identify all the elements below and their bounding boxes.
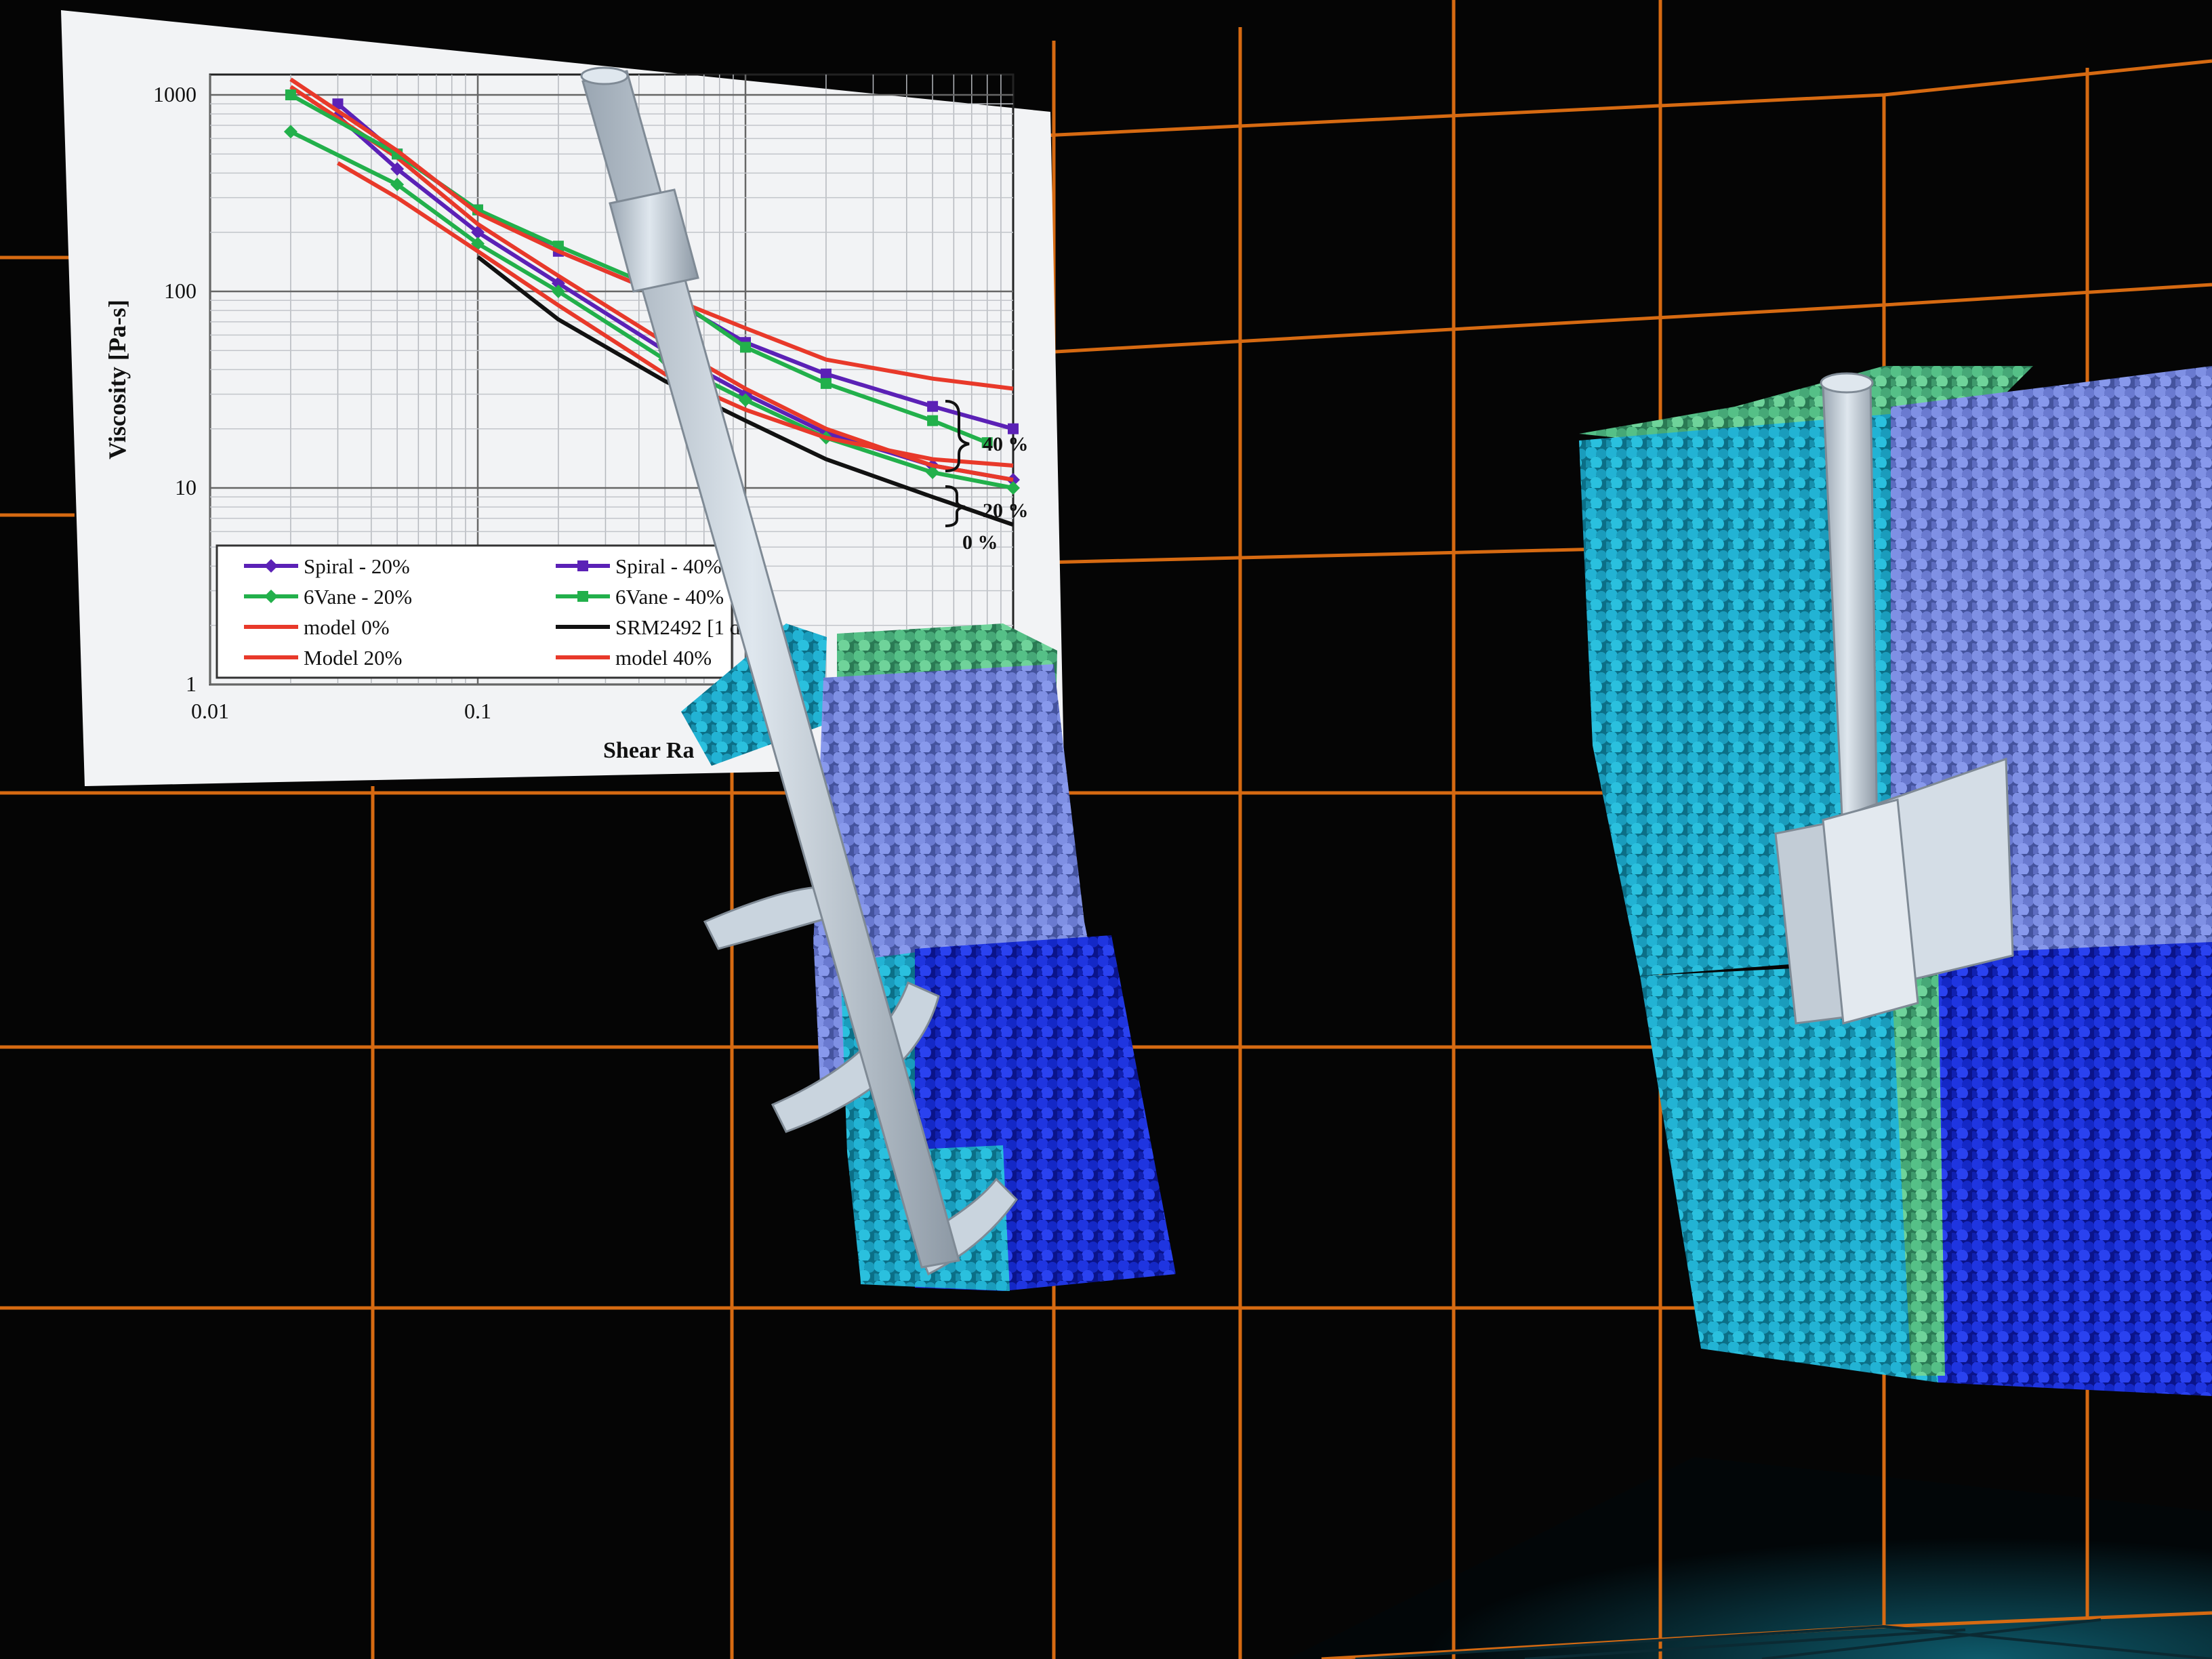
legend-label: 6Vane - 20% [304, 585, 412, 609]
annotation-40: 40 % [983, 433, 1029, 455]
y-tick-label: 1000 [153, 82, 197, 106]
y-tick-label: 100 [164, 279, 197, 303]
x-axis-label: Shear Ra [603, 738, 694, 763]
y-tick-label: 10 [175, 475, 197, 499]
legend-label: Spiral - 20% [304, 554, 410, 578]
legend-marker [577, 591, 588, 602]
legend-label: Model 20% [304, 646, 403, 670]
y-axis-label: Viscosity [Pa-s] [104, 300, 131, 459]
series-point [820, 368, 832, 380]
legend-label: SRM2492 [1 da [615, 615, 750, 639]
series-point [927, 401, 939, 412]
series-point [927, 415, 939, 426]
y-tick-label: 1 [186, 672, 197, 696]
annotation-0: 0 % [962, 531, 998, 554]
legend-label: 6Vane - 40% [615, 585, 724, 609]
legend-marker [577, 560, 588, 571]
series-point [740, 342, 751, 353]
scene-3d: 0.010.111000100101 Viscosity [Pa-s] Shea… [0, 0, 2212, 1659]
series-point [820, 377, 832, 389]
legend-label: Spiral - 40% [615, 554, 722, 578]
annotation-20: 20 % [983, 499, 1029, 522]
legend-label: model 40% [615, 646, 712, 670]
legend-label: model 0% [304, 615, 390, 639]
series-point [285, 89, 296, 100]
x-tick-label: 0.1 [464, 699, 491, 723]
x-tick-label: 0.01 [191, 699, 229, 723]
